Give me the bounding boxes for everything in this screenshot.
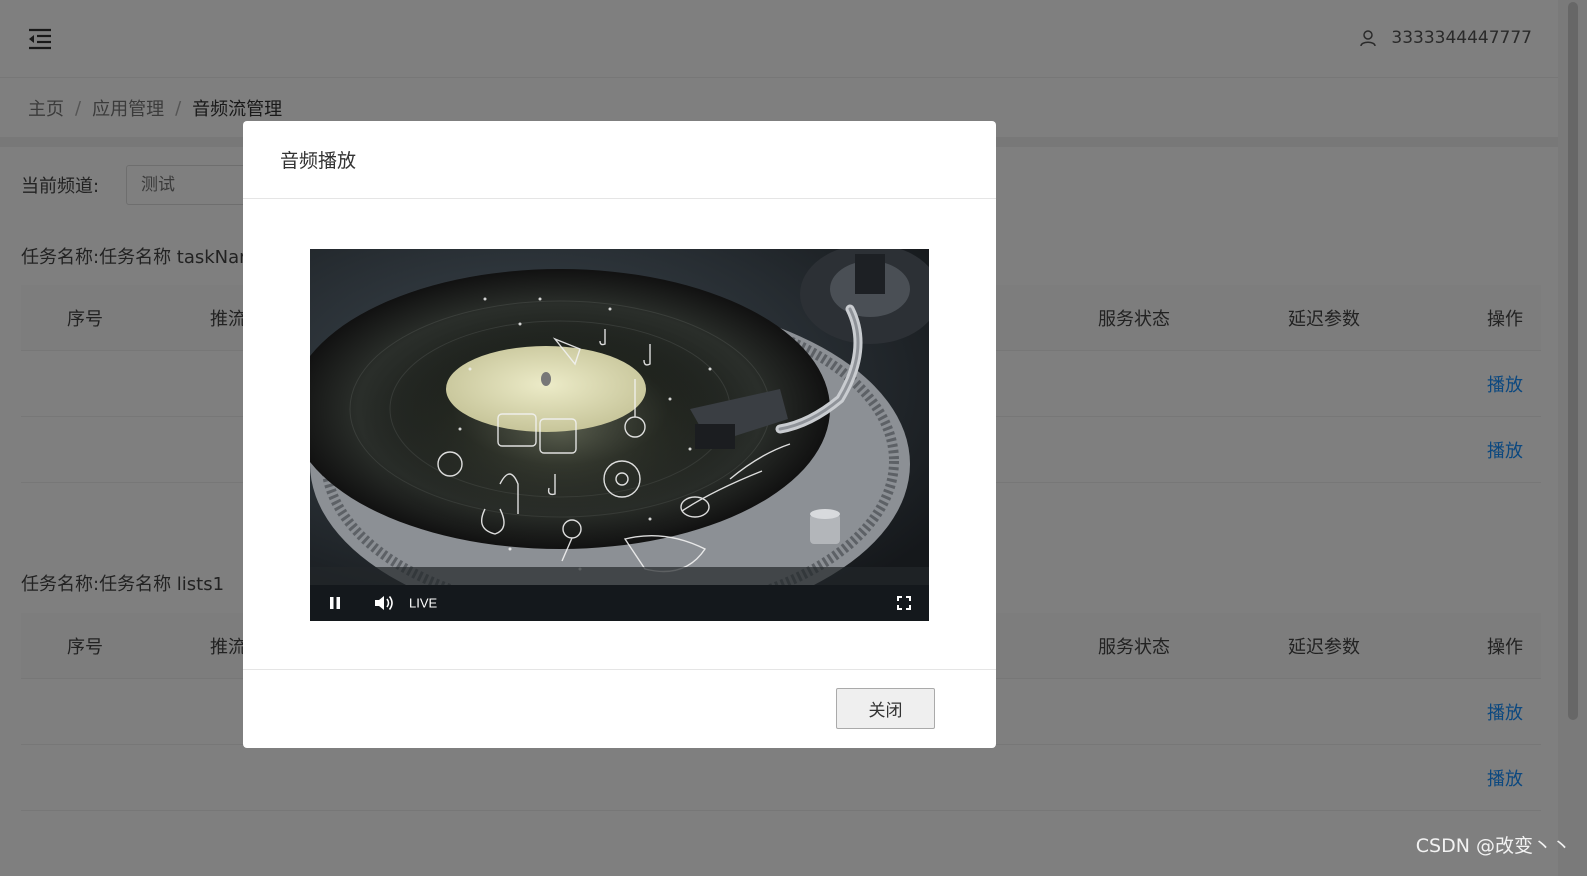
live-indicator: LIVE: [409, 595, 438, 611]
dialog-body: LIVE: [243, 199, 996, 670]
close-button[interactable]: 关闭: [836, 688, 935, 729]
dialog-header: 音频播放: [243, 121, 996, 199]
video-player[interactable]: LIVE: [310, 249, 929, 621]
dialog-title: 音频播放: [280, 150, 357, 172]
fullscreen-icon[interactable]: [897, 596, 911, 610]
audio-play-dialog: 音频播放 LIVE 关闭: [243, 121, 996, 748]
pause-icon[interactable]: [328, 596, 342, 610]
turntable-poster-image: [310, 249, 929, 585]
dialog-footer: 关闭: [243, 670, 996, 747]
player-controls: LIVE: [310, 585, 929, 621]
volume-icon[interactable]: [374, 594, 394, 612]
watermark: CSDN @改变丶丶: [1415, 835, 1571, 857]
